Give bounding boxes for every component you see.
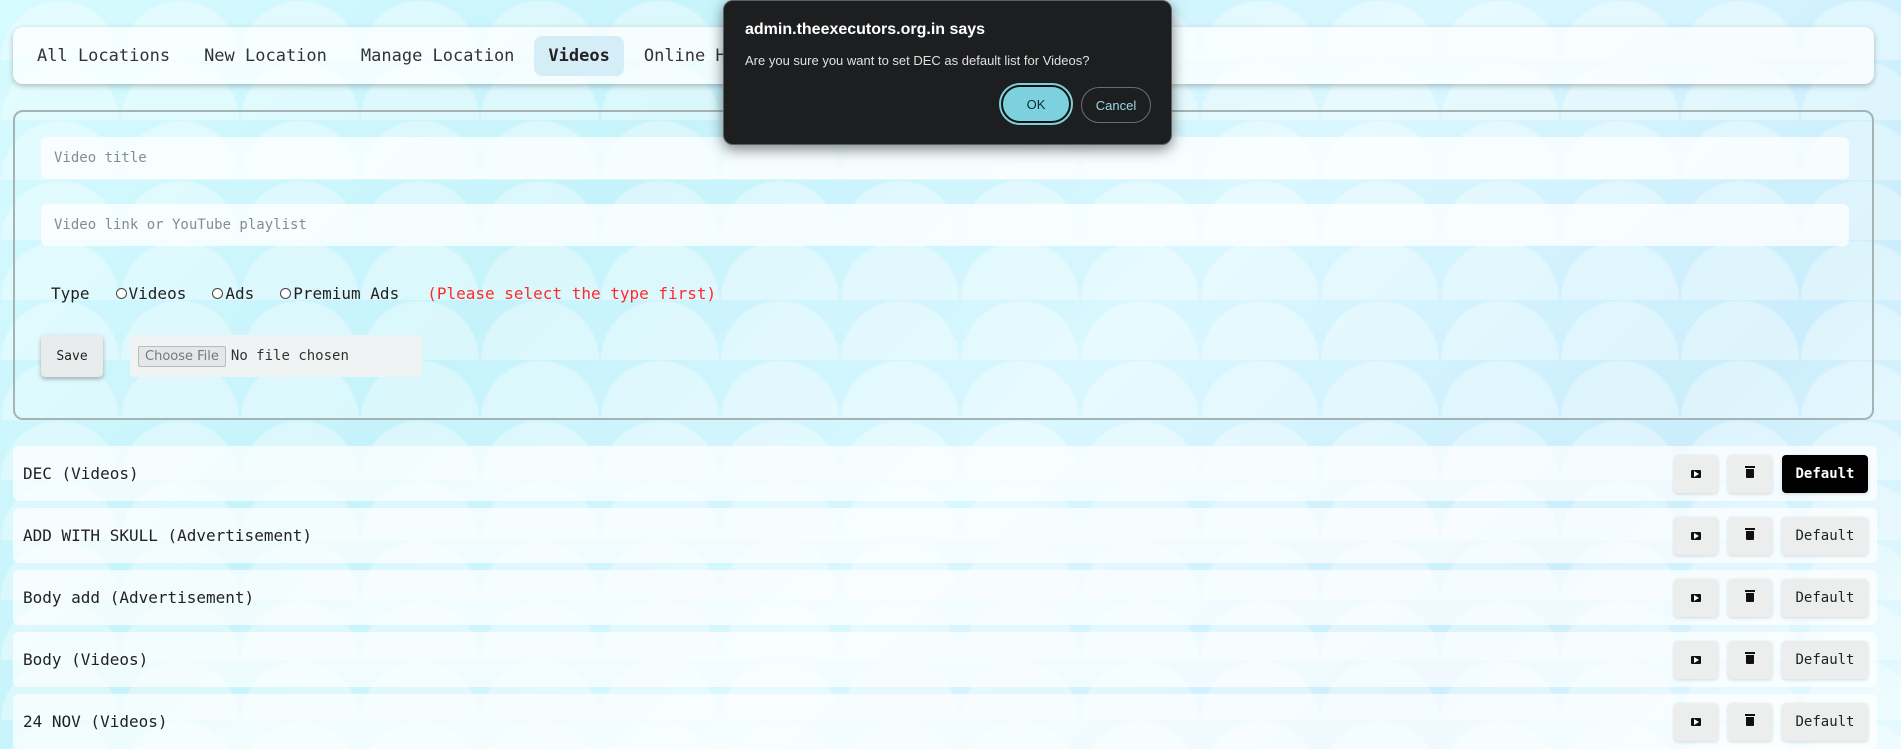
type-warning: (Please select the type first) (427, 284, 717, 303)
radio-circle[interactable] (280, 288, 292, 299)
trash-icon (1745, 466, 1755, 478)
delete-button[interactable] (1728, 516, 1772, 555)
play-icon (1691, 717, 1701, 726)
radio-circle[interactable] (115, 288, 127, 299)
video-form-panel: Type Videos Ads Premium Ads (Please sele… (13, 110, 1874, 420)
video-row: DEC (Videos) Default (13, 446, 1877, 501)
delete-button[interactable] (1728, 578, 1772, 617)
file-upload: Choose File No file chosen (130, 335, 422, 377)
default-button[interactable]: Default (1782, 516, 1868, 555)
play-icon (1691, 531, 1701, 540)
video-title: Body add (Advertisement) (23, 588, 255, 607)
save-button[interactable]: Save (41, 335, 103, 377)
type-option-premium-ads-label: Premium Ads (293, 284, 400, 303)
play-button[interactable] (1674, 454, 1718, 493)
play-button[interactable] (1674, 578, 1718, 617)
trash-icon (1745, 714, 1755, 726)
play-icon (1691, 655, 1701, 664)
default-button[interactable]: Default (1782, 702, 1868, 741)
video-title: 24 NOV (Videos) (23, 712, 168, 731)
type-radio-videos[interactable]: Videos (115, 284, 187, 303)
delete-button[interactable] (1728, 454, 1772, 493)
play-icon (1691, 593, 1701, 602)
type-radio-premium-ads[interactable]: Premium Ads (280, 284, 399, 303)
nav-all-locations[interactable]: All Locations (23, 36, 184, 76)
play-button[interactable] (1674, 640, 1718, 679)
type-radio-ads[interactable]: Ads (212, 284, 254, 303)
nav-videos[interactable]: Videos (534, 35, 624, 76)
video-row: ADD WITH SKULL (Advertisement) Default (13, 508, 1877, 563)
default-button[interactable]: Default (1782, 578, 1868, 617)
type-option-videos-label: Videos (128, 284, 187, 303)
dialog-message: Are you sure you want to set DEC as defa… (745, 53, 1090, 68)
video-link-input[interactable] (41, 204, 1849, 246)
nav-manage-location[interactable]: Manage Location (347, 36, 529, 76)
video-title: DEC (Videos) (23, 464, 139, 483)
dialog-title: admin.theexecutors.org.in says (745, 21, 986, 38)
play-button[interactable] (1674, 516, 1718, 555)
play-icon (1691, 469, 1701, 478)
nav-new-location[interactable]: New Location (190, 36, 341, 76)
type-option-ads-label: Ads (225, 284, 255, 303)
delete-button[interactable] (1728, 640, 1772, 679)
confirm-dialog: admin.theexecutors.org.in says Are you s… (723, 0, 1172, 145)
delete-button[interactable] (1728, 702, 1772, 741)
type-selector: Type Videos Ads Premium Ads (Please sele… (51, 284, 716, 303)
trash-icon (1745, 590, 1755, 602)
default-button[interactable]: Default (1782, 454, 1868, 493)
trash-icon (1745, 528, 1755, 540)
radio-circle[interactable] (212, 288, 224, 299)
video-title: ADD WITH SKULL (Advertisement) (23, 526, 312, 545)
video-row: 24 NOV (Videos) Default (13, 694, 1877, 749)
video-row: Body (Videos) Default (13, 632, 1877, 687)
trash-icon (1745, 652, 1755, 664)
video-title: Body (Videos) (23, 650, 149, 669)
file-status: No file chosen (230, 348, 349, 364)
choose-file-button[interactable]: Choose File (138, 345, 226, 367)
default-button[interactable]: Default (1782, 640, 1868, 679)
ok-button[interactable]: OK (999, 83, 1073, 125)
cancel-button[interactable]: Cancel (1081, 87, 1151, 123)
type-label: Type (51, 284, 90, 303)
play-button[interactable] (1674, 702, 1718, 741)
video-row: Body add (Advertisement) Default (13, 570, 1877, 625)
